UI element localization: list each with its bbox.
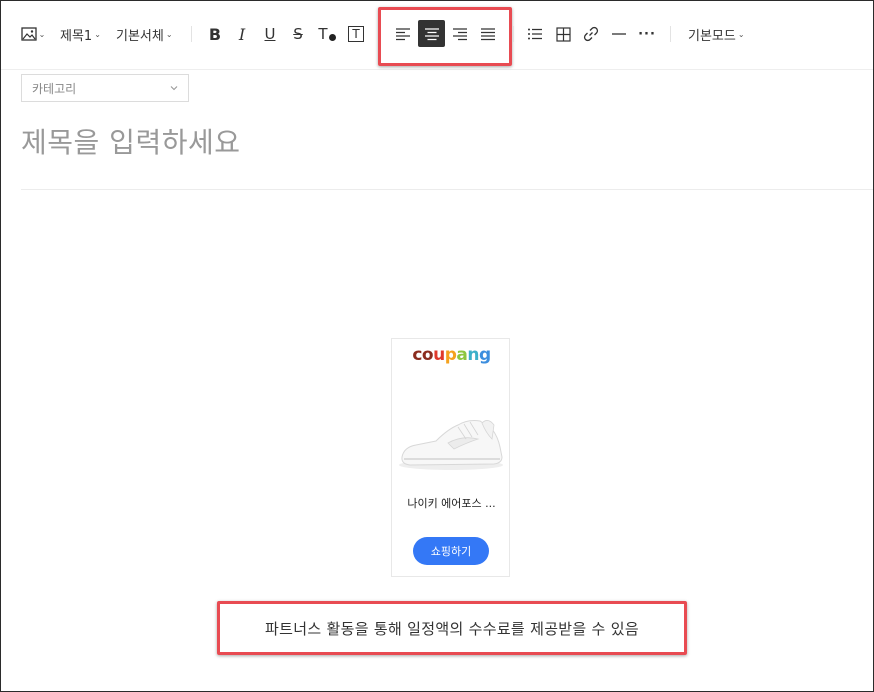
table-icon [555, 26, 571, 42]
underline-button[interactable]: U [260, 23, 280, 45]
coupang-logo: coupang [392, 345, 511, 365]
horizontal-rule-button[interactable] [608, 23, 630, 45]
product-name: 나이키 에어포스 ... [407, 497, 496, 510]
mode-select-label: 기본모드 [688, 28, 736, 44]
bold-label: B [208, 24, 222, 44]
font-select-label: 기본서체 [116, 28, 164, 44]
text-background-label: T [348, 26, 364, 42]
category-placeholder: 카테고리 [32, 81, 77, 96]
strikethrough-label: S [293, 25, 303, 43]
title-input[interactable]: 제목을 입력하세요 [21, 121, 240, 161]
horizontal-line-icon [612, 33, 626, 35]
toolbar-divider [670, 26, 671, 42]
chevron-down-icon: ⌄ [94, 29, 101, 39]
title-divider [21, 189, 873, 190]
product-image [399, 420, 503, 470]
list-icon [528, 28, 542, 40]
strikethrough-button[interactable]: S [288, 23, 308, 45]
bold-button[interactable]: B [205, 23, 225, 45]
more-options-button[interactable]: ··· [636, 23, 658, 45]
logo-letter: a [456, 345, 468, 365]
link-icon [583, 26, 599, 42]
color-dot-icon [328, 33, 336, 41]
text-background-button[interactable]: T [346, 23, 366, 45]
italic-button[interactable]: I [232, 23, 252, 45]
toolbar-divider [191, 26, 192, 42]
editor-window: ⌄ 제목1 ⌄ 기본서체 ⌄ B I U S T T ··· 기본모드 ⌄ 카테… [0, 0, 874, 692]
font-select[interactable]: 기본서체 ⌄ [116, 23, 173, 45]
italic-label: I [238, 24, 246, 44]
logo-letter: o [421, 345, 434, 365]
category-select[interactable]: 카테고리 [21, 74, 189, 102]
chevron-down-icon: ⌄ [38, 29, 46, 39]
logo-letter: g [478, 345, 491, 365]
mode-select[interactable]: 기본모드 ⌄ [688, 23, 745, 45]
toolbar-divider [513, 26, 514, 42]
chevron-down-icon [170, 86, 178, 91]
image-icon [20, 27, 37, 41]
heading-select-label: 제목1 [60, 28, 93, 44]
underline-label: U [264, 25, 276, 43]
link-button[interactable] [580, 23, 602, 45]
chevron-down-icon: ⌄ [165, 29, 173, 39]
logo-letter: p [444, 345, 457, 365]
text-color-button[interactable]: T [316, 23, 338, 45]
shop-button[interactable]: 쇼핑하기 [413, 537, 489, 565]
bullet-list-button[interactable] [524, 23, 546, 45]
editor-toolbar: ⌄ 제목1 ⌄ 기본서체 ⌄ B I U S T T ··· 기본모드 ⌄ [1, 1, 873, 70]
product-card[interactable]: coupang 나이키 에어포스 ... 쇼핑하기 [391, 338, 510, 577]
more-icon: ··· [638, 26, 656, 42]
heading-select[interactable]: 제목1 ⌄ [60, 23, 101, 45]
align-highlight-box [378, 7, 512, 66]
chevron-down-icon: ⌄ [737, 29, 745, 39]
logo-letter: c [412, 345, 422, 365]
logo-letter: u [433, 345, 445, 365]
disclaimer-highlight-box [217, 601, 687, 655]
insert-image-button[interactable]: ⌄ [19, 23, 47, 45]
text-color-label: T [318, 25, 328, 43]
table-button[interactable] [552, 23, 574, 45]
logo-letter: n [467, 345, 479, 365]
